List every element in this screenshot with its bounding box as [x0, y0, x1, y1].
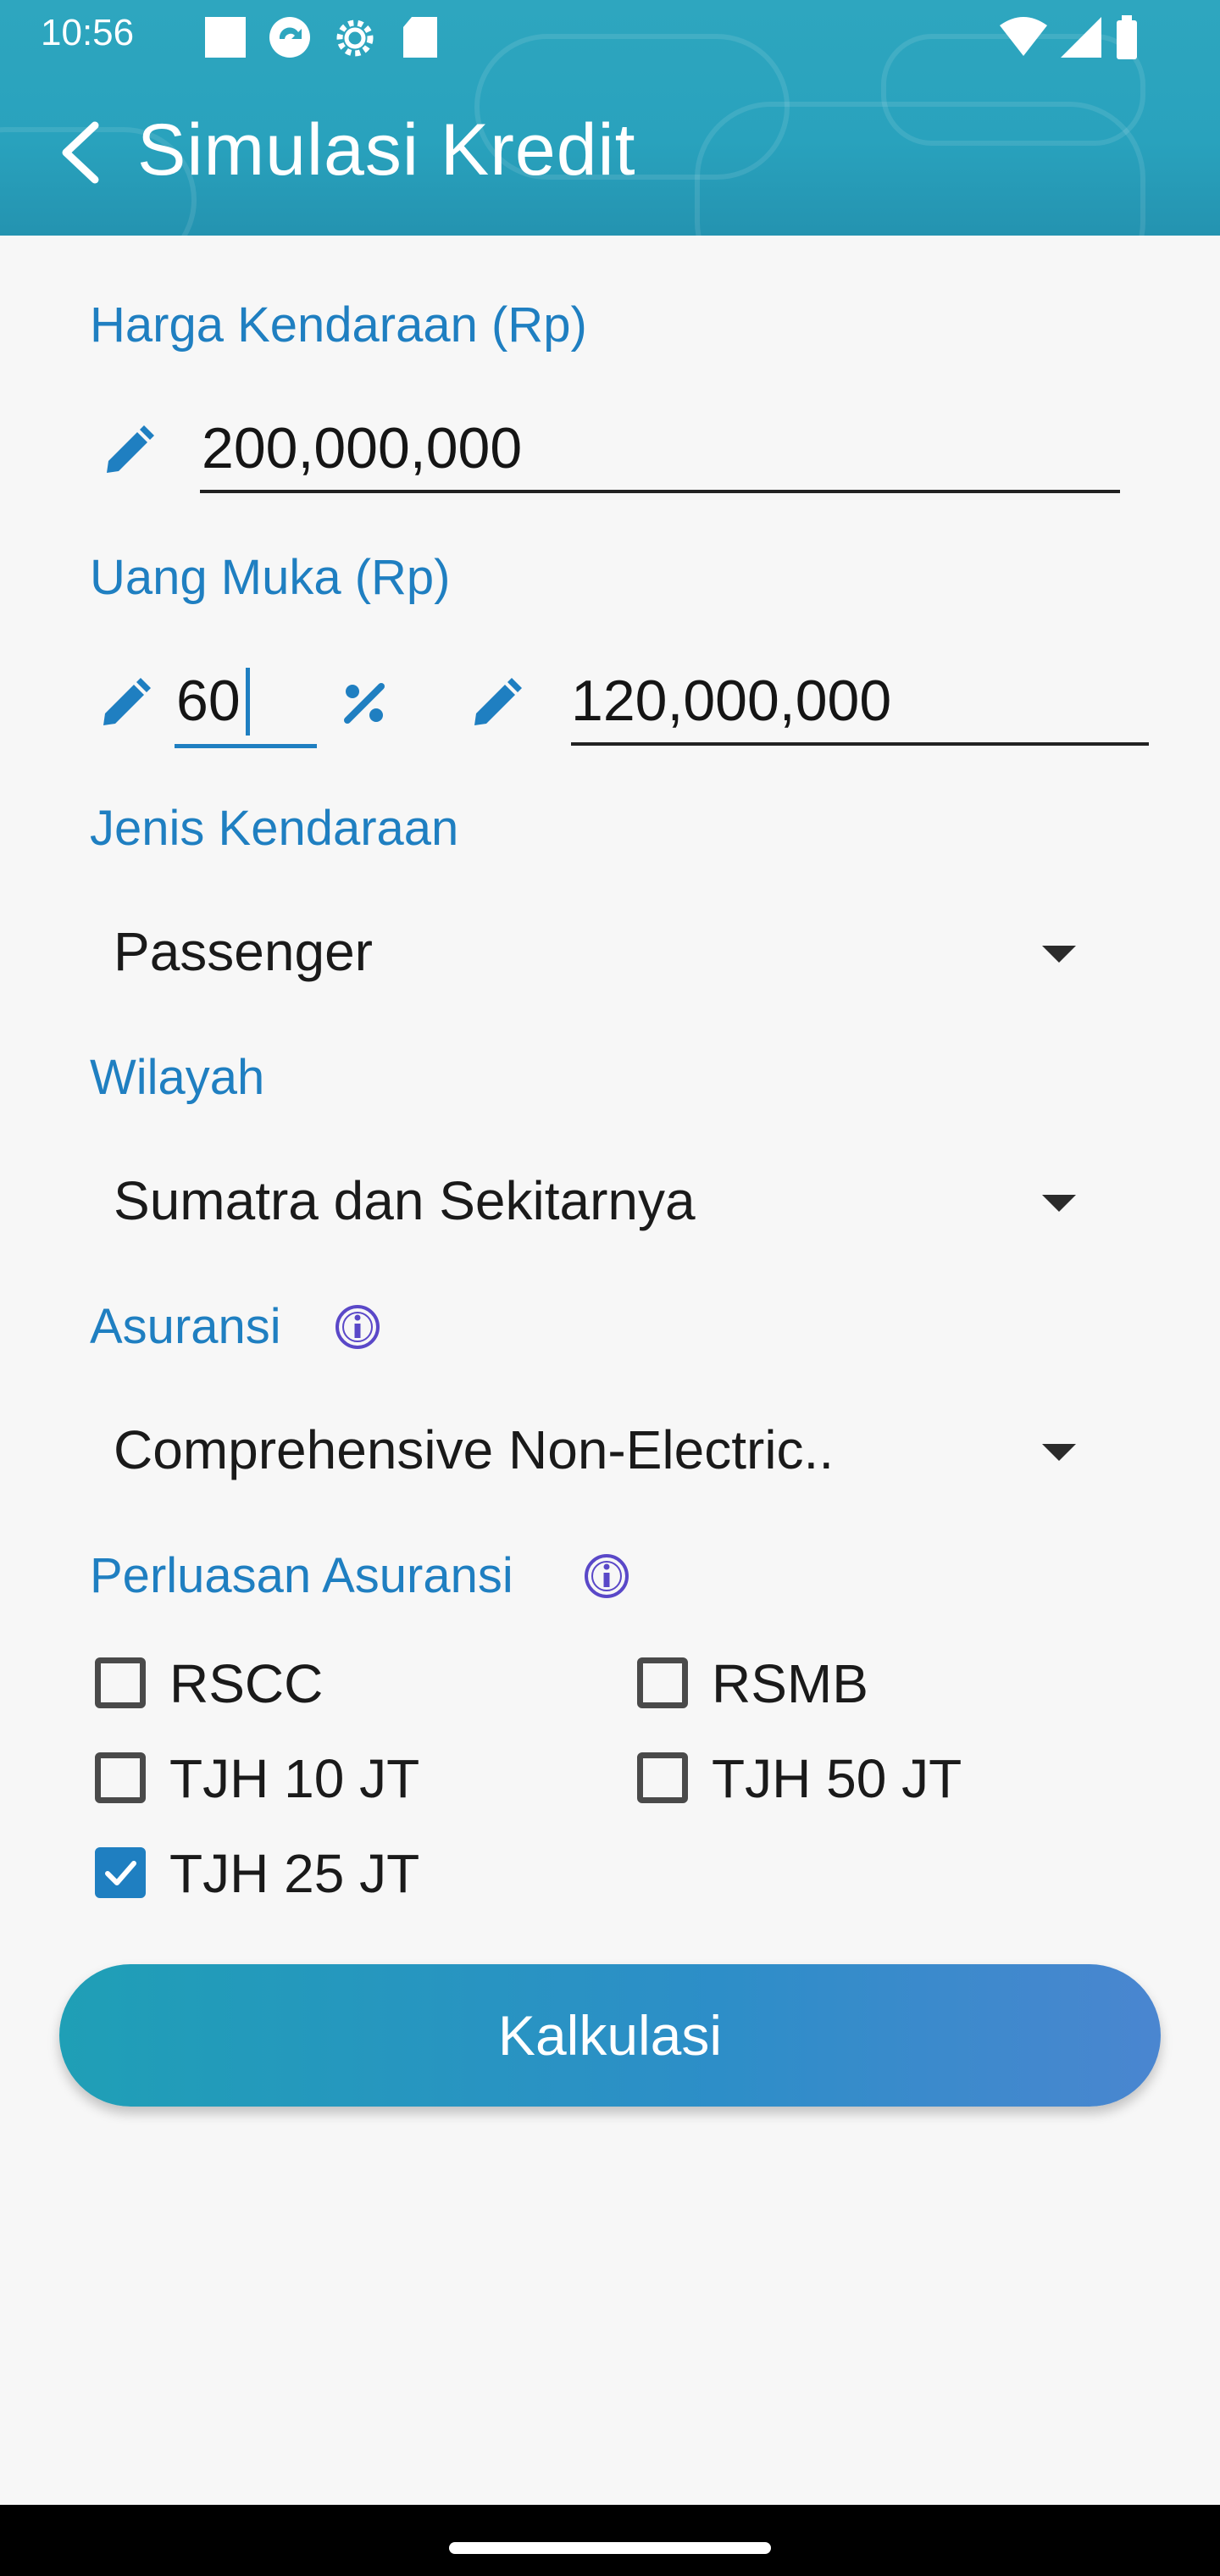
uang-muka-percent-underline	[175, 744, 317, 748]
checkbox-box[interactable]	[95, 1752, 146, 1803]
asuransi-dropdown[interactable]: Comprehensive Non-Electric..	[90, 1396, 1106, 1507]
uang-muka-amount-underline	[571, 742, 1149, 746]
jenis-selected: Passenger	[114, 921, 373, 982]
checkbox-box[interactable]	[95, 1657, 146, 1708]
jenis-dropdown[interactable]: Passenger	[90, 898, 1106, 1008]
info-icon[interactable]	[583, 1552, 630, 1604]
checkbox-box[interactable]	[637, 1752, 688, 1803]
checkbox-label: TJH 10 JT	[169, 1748, 420, 1809]
page-title: Simulasi Kredit	[137, 109, 636, 191]
wilayah-selected: Sumatra dan Sekitarnya	[114, 1170, 696, 1231]
asuransi-label: Asuransi	[90, 1299, 281, 1354]
perluasan-label: Perluasan Asuransi	[90, 1548, 513, 1603]
checkbox-label: TJH 50 JT	[712, 1748, 962, 1809]
calculate-button[interactable]: Kalkulasi	[59, 1964, 1161, 2107]
sd-card-icon	[402, 15, 439, 64]
uang-muka-percent-input[interactable]: 60	[176, 668, 241, 734]
wifi-icon	[998, 15, 1049, 62]
home-gesture-handle[interactable]	[449, 2542, 771, 2554]
checkbox-label: RSCC	[169, 1653, 324, 1714]
harga-input-underline	[200, 490, 1120, 493]
text-cursor	[246, 668, 250, 736]
percent-icon	[341, 680, 388, 731]
checkbox-label: RSMB	[712, 1653, 868, 1714]
sync-icon	[266, 15, 313, 64]
chevron-down-icon	[1042, 1195, 1076, 1212]
app-header: 10:56 Simulasi Kredit	[0, 0, 1220, 236]
asuransi-selected: Comprehensive Non-Electric..	[114, 1419, 835, 1480]
check-icon	[105, 1861, 136, 1885]
signal-icon	[1059, 15, 1103, 64]
notification-square-icon	[203, 15, 247, 64]
settings-icon	[332, 15, 378, 65]
jenis-label: Jenis Kendaraan	[90, 801, 459, 856]
info-icon[interactable]	[334, 1303, 381, 1355]
battery-icon	[1115, 15, 1139, 64]
system-nav-bar	[0, 2505, 1220, 2576]
harga-label: Harga Kendaraan (Rp)	[90, 297, 587, 353]
status-time: 10:56	[41, 12, 135, 53]
harga-input[interactable]: 200,000,000	[202, 415, 522, 481]
chevron-down-icon	[1042, 1444, 1076, 1461]
status-bar: 10:56	[0, 0, 1220, 73]
uang-muka-amount-input[interactable]: 120,000,000	[571, 668, 891, 734]
pencil-icon	[469, 676, 524, 730]
checkbox-box-checked[interactable]	[95, 1847, 146, 1898]
uang-muka-label: Uang Muka (Rp)	[90, 550, 451, 605]
checkbox-label: TJH 25 JT	[169, 1843, 420, 1904]
wilayah-dropdown[interactable]: Sumatra dan Sekitarnya	[90, 1147, 1106, 1257]
chevron-down-icon	[1042, 946, 1076, 963]
calculate-button-label: Kalkulasi	[497, 2004, 723, 2067]
pencil-icon	[102, 424, 156, 478]
checkbox-box[interactable]	[637, 1657, 688, 1708]
pencil-icon	[98, 676, 152, 730]
back-arrow-icon[interactable]	[51, 119, 110, 186]
wilayah-label: Wilayah	[90, 1050, 265, 1105]
